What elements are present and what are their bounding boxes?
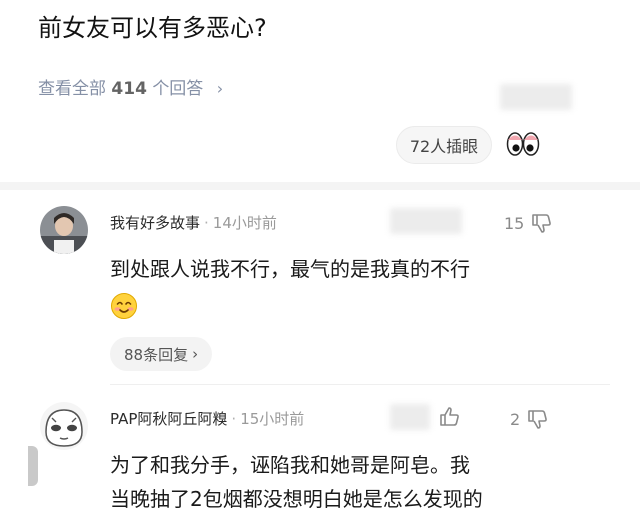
view-replies-button[interactable]: 88条回复 › [110,337,213,371]
author-name[interactable]: 我有好多故事 [110,214,200,232]
question-header: 前女友可以有多恶心? 查看全部 414 个回答 › [0,0,640,128]
comment-text: 为了和我分手，诬陷我和她哥是阿皂。我 当晚抽了2包烟都没想明白她是怎么发现的 [110,448,483,516]
side-handle[interactable] [28,446,38,486]
meta-separator: · [204,214,209,232]
comment-time: 15小时前 [240,410,305,428]
chevron-right-icon: › [216,79,224,98]
blurred-region [500,84,572,110]
avatar[interactable] [40,206,88,254]
replies-count: 88条回复 [124,345,189,364]
question-title[interactable]: 前女友可以有多恶心? [38,10,267,46]
meta-separator: · [231,410,237,428]
bookmark-reaction-button[interactable]: 72人插眼 [396,126,492,164]
reaction-count-label: 72人插眼 [409,137,479,156]
like-count: 2 [510,409,521,429]
author-name[interactable]: PAP阿秋阿丘阿糗 [110,410,227,428]
view-all-suffix: 个回答 [152,79,204,99]
like-button[interactable]: 2 [510,408,548,430]
comment-meta: PAP阿秋阿丘阿糗 · 15小时前 [110,408,304,429]
view-all-answers-link[interactable]: 查看全部 414 个回答 › [38,76,223,102]
thumbs-down-icon [532,214,552,233]
smile-emoji-icon [111,293,137,319]
comment-time: 14小时前 [212,214,277,232]
comment-line: 当晚抽了2包烟都没想明白她是怎么发现的 [110,487,483,511]
thumbs-down-icon [528,410,548,429]
comment-item: 我有好多故事 · 14小时前 15 到处跟人说我不行，最气的是我真的不行 88条回复… [0,190,640,386]
comment-meta: 我有好多故事 · 14小时前 [110,212,277,233]
blurred-region [390,404,430,430]
comment-line: 到处跟人说我不行，最气的是我真的不行 [110,257,470,281]
comment-text: 到处跟人说我不行，最气的是我真的不行 [110,252,470,286]
answer-count: 414 [111,79,147,99]
chevron-right-icon: › [192,345,199,363]
thumbs-up-icon[interactable] [438,406,460,428]
like-button[interactable]: 15 [504,212,552,234]
comment-item: PAP阿秋阿丘阿糗 · 15小时前 2 为了和我分手，诬陷我和她哥是阿皂。我 当晚抽… [0,386,640,528]
like-count: 15 [504,213,525,233]
avatar[interactable] [40,402,88,450]
comment-divider [110,384,610,385]
section-divider [0,182,640,190]
view-all-prefix: 查看全部 [38,79,106,99]
eyes-icon[interactable] [506,130,540,158]
comment-line: 为了和我分手，诬陷我和她哥是阿皂。我 [110,453,470,477]
blurred-region [390,208,462,234]
